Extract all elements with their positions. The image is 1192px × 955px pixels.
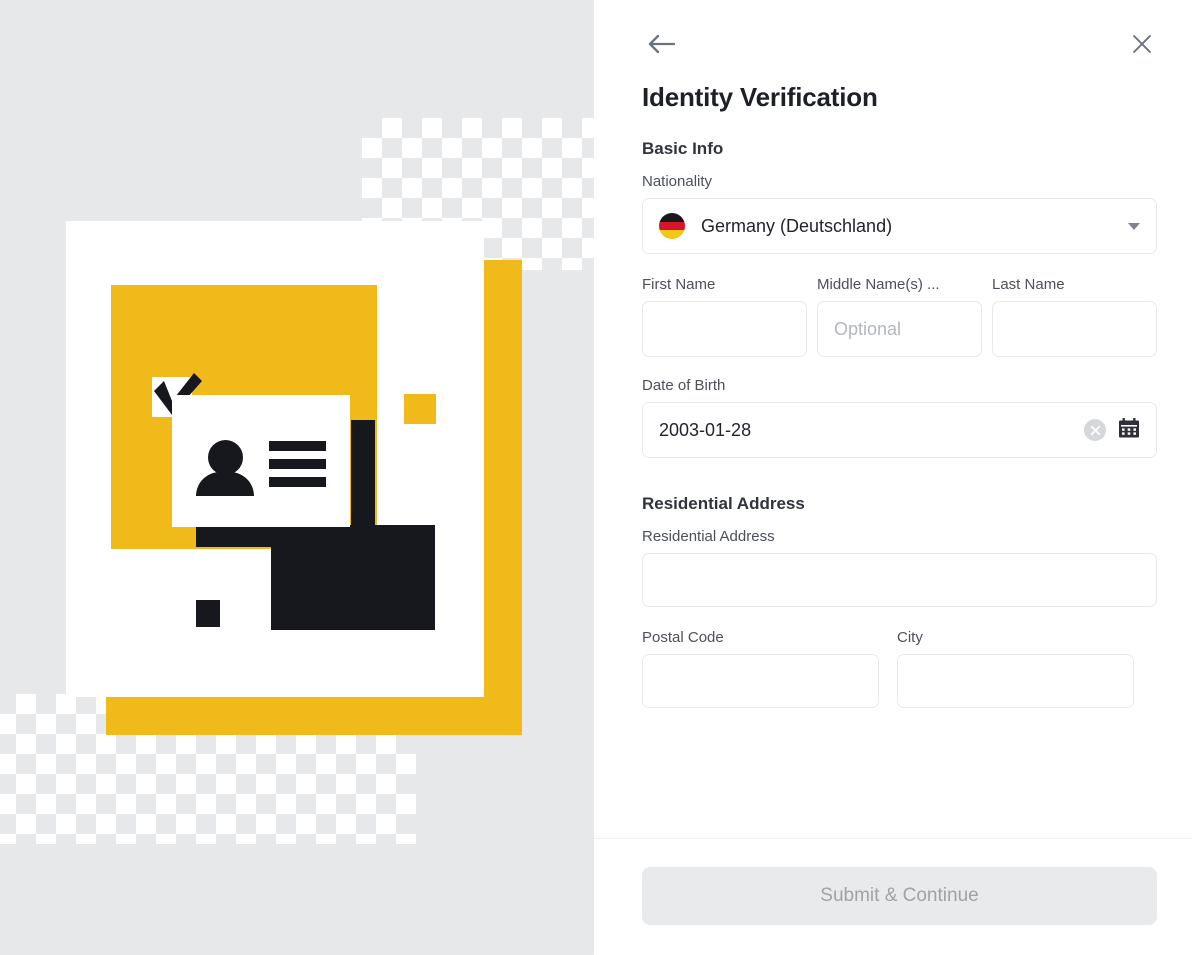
illustration-dark-small-square — [196, 600, 220, 627]
illustration-avatar-head — [208, 440, 243, 475]
middle-name-placeholder: Optional — [834, 318, 902, 339]
nationality-selected-value: Germany (Deutschland) — [701, 215, 893, 236]
middle-name-input[interactable]: Optional — [817, 301, 982, 357]
illustration-yellow-right-bar — [484, 260, 522, 735]
chevron-down-icon — [1128, 222, 1140, 230]
date-of-birth-input[interactable]: 2003-01-28 — [642, 402, 1157, 458]
last-name-field: Last Name — [992, 276, 1157, 357]
date-of-birth-value: 2003-01-28 — [659, 419, 752, 440]
illustration-yellow-small-square — [404, 394, 436, 424]
form-panel: Identity Verification Basic Info Nationa… — [594, 0, 1192, 955]
date-of-birth-label: Date of Birth — [642, 377, 726, 394]
section-title-residential-address: Residential Address — [642, 494, 805, 513]
middle-name-label: Middle Name(s) ... — [817, 276, 940, 293]
close-icon[interactable] — [1127, 29, 1157, 59]
city-input[interactable] — [897, 654, 1134, 708]
postal-city-row: Postal Code City — [642, 629, 1157, 708]
date-input-icons — [1084, 417, 1140, 444]
clear-circle-x-icon[interactable] — [1084, 419, 1106, 441]
illustration-yellow-bottom-bar — [106, 697, 522, 735]
diamond-pattern-bottom-left-2 — [0, 734, 416, 844]
nationality-label: Nationality — [642, 173, 713, 190]
residential-address-label: Residential Address — [642, 528, 775, 545]
postal-code-label: Postal Code — [642, 629, 724, 646]
middle-name-field: Middle Name(s) ... Optional — [817, 276, 982, 357]
back-arrow-icon[interactable] — [642, 28, 680, 60]
submit-and-continue-button[interactable]: Submit & Continue — [642, 867, 1157, 925]
first-name-input[interactable] — [642, 301, 807, 357]
illustration-text-line — [269, 459, 326, 469]
calendar-icon[interactable] — [1118, 417, 1140, 444]
nationality-field: Nationality Germany (Deutschland) — [642, 173, 1157, 254]
name-fields-row: First Name Middle Name(s) ... Optional L… — [642, 276, 1157, 357]
residential-address-input[interactable] — [642, 553, 1157, 607]
form-scroll-area: Identity Verification Basic Info Nationa… — [594, 0, 1192, 838]
first-name-field: First Name — [642, 276, 807, 357]
postal-code-field: Postal Code — [642, 629, 879, 708]
first-name-label: First Name — [642, 276, 716, 293]
last-name-label: Last Name — [992, 276, 1065, 293]
form-footer: Submit & Continue — [594, 838, 1192, 955]
identity-verification-screen: Identity Verification Basic Info Nationa… — [0, 0, 1192, 955]
germany-flag-icon — [659, 213, 685, 239]
city-field: City — [897, 629, 1134, 708]
postal-code-input[interactable] — [642, 654, 879, 708]
last-name-input[interactable] — [992, 301, 1157, 357]
illustration-text-line — [269, 441, 326, 451]
illustration-panel — [0, 0, 594, 955]
date-of-birth-field: Date of Birth 2003-01-28 — [642, 377, 1157, 458]
modal-topbar — [642, 0, 1157, 74]
residential-address-field: Residential Address — [642, 528, 1157, 607]
illustration-dark-block-b — [271, 525, 435, 630]
illustration-dark-block-a — [351, 420, 375, 530]
nationality-select[interactable]: Germany (Deutschland) — [642, 198, 1157, 254]
illustration-dark-block-c — [196, 525, 276, 547]
city-label: City — [897, 629, 923, 646]
section-title-basic-info: Basic Info — [642, 139, 724, 158]
illustration-text-line — [269, 477, 326, 487]
page-title: Identity Verification — [642, 82, 878, 112]
